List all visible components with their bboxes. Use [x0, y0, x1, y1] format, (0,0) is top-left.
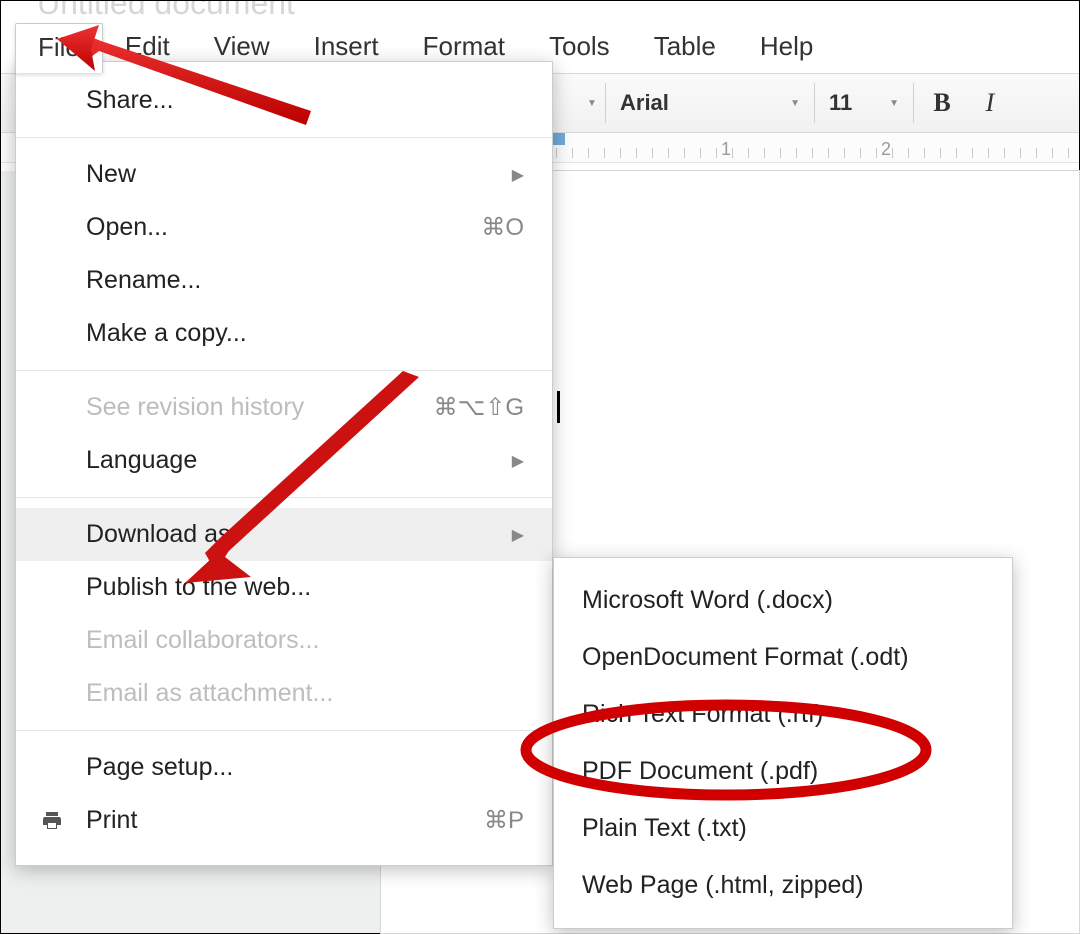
menu-item-label: Email collaborators...: [86, 626, 319, 655]
menu-item-label: Share...: [86, 86, 174, 115]
menu-separator: [16, 370, 552, 371]
bold-button[interactable]: B: [918, 88, 966, 118]
menu-item-rename[interactable]: Rename...: [16, 254, 552, 307]
menu-item-page-setup[interactable]: Page setup...: [16, 741, 552, 794]
menu-item-label: Language: [86, 446, 197, 475]
menu-item-new[interactable]: New ▶: [16, 148, 552, 201]
menu-item-email-attachment: Email as attachment...: [16, 667, 552, 720]
ruler-indent-marker[interactable]: [553, 133, 565, 145]
toolbar-style-dropdown[interactable]: ▼: [561, 83, 601, 123]
font-size-dropdown[interactable]: 11 ▼: [819, 83, 909, 123]
submenu-arrow-icon: ▶: [512, 451, 524, 471]
menu-item-label: Page setup...: [86, 753, 233, 782]
font-family-value: Arial: [620, 90, 669, 116]
menu-item-label: Download as: [86, 520, 231, 549]
menu-item-make-copy[interactable]: Make a copy...: [16, 307, 552, 360]
chevron-down-icon: ▼: [790, 98, 800, 109]
print-icon: [38, 809, 66, 833]
font-size-value: 11: [829, 90, 852, 116]
italic-button[interactable]: I: [966, 88, 1014, 118]
menu-separator: [16, 730, 552, 731]
menu-shortcut: ⌘O: [481, 213, 524, 242]
menu-item-share[interactable]: Share...: [16, 74, 552, 127]
menu-separator: [16, 137, 552, 138]
menu-table[interactable]: Table: [632, 23, 738, 73]
document-title[interactable]: Untitled document: [1, 1, 1079, 15]
menu-item-label: Make a copy...: [86, 319, 247, 348]
chevron-down-icon: ▼: [587, 98, 597, 109]
menu-item-label: Print: [86, 806, 137, 835]
file-menu-dropdown: Share... New ▶ Open... ⌘O Rename... Make…: [15, 61, 553, 866]
submenu-arrow-icon: ▶: [512, 165, 524, 185]
menu-item-label: Email as attachment...: [86, 679, 333, 708]
menu-item-label: Open...: [86, 213, 168, 242]
menu-item-label: Publish to the web...: [86, 573, 311, 602]
menu-file[interactable]: File: [15, 23, 103, 73]
menu-item-print[interactable]: Print ⌘P: [16, 794, 552, 847]
menu-item-label: Rename...: [86, 266, 201, 295]
menu-item-email-collaborators: Email collaborators...: [16, 614, 552, 667]
submenu-item-html[interactable]: Web Page (.html, zipped): [554, 857, 1012, 914]
submenu-item-odt[interactable]: OpenDocument Format (.odt): [554, 629, 1012, 686]
text-cursor: [557, 391, 560, 423]
menu-shortcut: ⌘⌥⇧G: [434, 393, 524, 422]
submenu-item-pdf[interactable]: PDF Document (.pdf): [554, 743, 1012, 800]
submenu-item-txt[interactable]: Plain Text (.txt): [554, 800, 1012, 857]
font-family-dropdown[interactable]: Arial ▼: [610, 83, 810, 123]
menu-help[interactable]: Help: [738, 23, 835, 73]
toolbar-separator: [605, 83, 606, 123]
toolbar-separator: [814, 83, 815, 123]
submenu-arrow-icon: ▶: [512, 525, 524, 545]
menu-item-label: See revision history: [86, 393, 304, 422]
menu-separator: [16, 497, 552, 498]
toolbar-separator: [913, 83, 914, 123]
download-as-submenu: Microsoft Word (.docx) OpenDocument Form…: [553, 557, 1013, 929]
chevron-down-icon: ▼: [889, 98, 899, 109]
submenu-item-docx[interactable]: Microsoft Word (.docx): [554, 572, 1012, 629]
menu-item-revision-history: See revision history ⌘⌥⇧G: [16, 381, 552, 434]
menu-item-label: New: [86, 160, 136, 189]
menu-shortcut: ⌘P: [484, 806, 524, 835]
menu-item-download-as[interactable]: Download as ▶: [16, 508, 552, 561]
submenu-item-rtf[interactable]: Rich Text Format (.rtf): [554, 686, 1012, 743]
menu-item-open[interactable]: Open... ⌘O: [16, 201, 552, 254]
menu-item-publish-web[interactable]: Publish to the web...: [16, 561, 552, 614]
menu-item-language[interactable]: Language ▶: [16, 434, 552, 487]
